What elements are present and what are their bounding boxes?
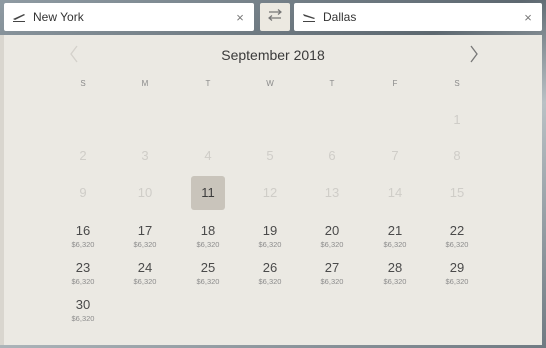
day-number: 22 xyxy=(449,222,465,238)
day-number: 4 xyxy=(204,148,212,163)
calendar-day: 13 xyxy=(315,176,349,210)
destination-field[interactable]: Dallas × xyxy=(294,3,542,31)
day-number: 18 xyxy=(200,222,216,238)
calendar-day[interactable]: 23 $6,320 xyxy=(66,256,100,290)
day-number: 12 xyxy=(262,185,278,200)
day-price: $6,320 xyxy=(71,276,95,286)
day-number: 17 xyxy=(137,222,153,238)
calendar-day: 6 xyxy=(315,139,349,173)
calendar-day[interactable]: 30 $6,320 xyxy=(66,293,100,327)
calendar-day[interactable]: 17 $6,320 xyxy=(128,219,162,253)
calendar-day: 10 xyxy=(128,176,162,210)
day-price: $6,320 xyxy=(445,239,469,249)
calendar-day: 8 xyxy=(440,139,474,173)
day-price: $6,320 xyxy=(196,239,220,249)
day-number: 3 xyxy=(141,148,149,163)
swap-button[interactable] xyxy=(260,3,290,31)
calendar-day: 4 xyxy=(191,139,225,173)
day-price: $6,320 xyxy=(133,239,157,249)
day-price: $6,320 xyxy=(383,276,407,286)
day-number: 19 xyxy=(262,222,278,238)
day-number: 8 xyxy=(453,148,461,163)
day-price: $6,320 xyxy=(258,239,282,249)
day-number: 28 xyxy=(387,259,403,275)
weekday-label: M xyxy=(141,79,149,88)
day-number: 20 xyxy=(324,222,340,238)
day-price: $6,320 xyxy=(320,239,344,249)
day-number: 9 xyxy=(79,185,87,200)
day-price: $6,320 xyxy=(445,276,469,286)
day-number: 25 xyxy=(200,259,216,275)
day-number: 26 xyxy=(262,259,278,275)
calendar-day[interactable]: 16 $6,320 xyxy=(66,219,100,253)
calendar-day: 15 xyxy=(440,176,474,210)
calendar-day[interactable]: 21 $6,320 xyxy=(378,219,412,253)
swap-arrows-icon xyxy=(266,8,284,26)
day-number: 27 xyxy=(324,259,340,275)
day-number: 24 xyxy=(137,259,153,275)
calendar-day[interactable]: 22 $6,320 xyxy=(440,219,474,253)
calendar-day[interactable]: 26 $6,320 xyxy=(253,256,287,290)
clear-destination-button[interactable]: × xyxy=(520,10,536,25)
day-number: 6 xyxy=(328,148,336,163)
calendar-day[interactable]: 27 $6,320 xyxy=(315,256,349,290)
calendar-day: 9 xyxy=(66,176,100,210)
day-number: 11 xyxy=(201,185,215,200)
weekday-label: F xyxy=(392,79,398,88)
calendar-day[interactable]: 25 $6,320 xyxy=(191,256,225,290)
day-number: 23 xyxy=(75,259,91,275)
calendar-day[interactable]: 11 xyxy=(191,176,225,210)
day-price: $6,320 xyxy=(383,239,407,249)
day-number: 15 xyxy=(449,185,465,200)
day-number: 14 xyxy=(387,185,403,200)
chevron-right-icon xyxy=(469,45,479,68)
day-price: $6,320 xyxy=(320,276,344,286)
day-number: 5 xyxy=(266,148,274,163)
calendar-day: 7 xyxy=(378,139,412,173)
day-price: $6,320 xyxy=(196,276,220,286)
weekday-label: S xyxy=(80,79,86,88)
calendar-day: 2 xyxy=(66,139,100,173)
calendar-day[interactable]: 29 $6,320 xyxy=(440,256,474,290)
plane-takeoff-icon xyxy=(12,10,26,24)
clear-origin-button[interactable]: × xyxy=(232,10,248,25)
destination-value[interactable]: Dallas xyxy=(323,10,520,24)
day-price: $6,320 xyxy=(133,276,157,286)
calendar-day[interactable]: 24 $6,320 xyxy=(128,256,162,290)
next-month-button[interactable] xyxy=(462,45,486,67)
calendar-day: 1 xyxy=(440,103,474,137)
weekday-label: W xyxy=(266,79,274,88)
calendar-day: 3 xyxy=(128,139,162,173)
day-price: $6,320 xyxy=(71,313,95,323)
day-number: 16 xyxy=(75,222,91,238)
day-number: 1 xyxy=(453,112,461,127)
day-number: 30 xyxy=(75,296,91,312)
origin-value[interactable]: New York xyxy=(33,10,232,24)
calendar-day[interactable]: 28 $6,320 xyxy=(378,256,412,290)
calendar-day: 14 xyxy=(378,176,412,210)
calendar-day[interactable]: 18 $6,320 xyxy=(191,219,225,253)
weekday-label: T xyxy=(205,79,211,88)
calendar-day: 5 xyxy=(253,139,287,173)
calendar-day[interactable]: 19 $6,320 xyxy=(253,219,287,253)
weekday-label: S xyxy=(454,79,460,88)
day-number: 21 xyxy=(387,222,403,238)
day-price: $6,320 xyxy=(71,239,95,249)
day-number: 29 xyxy=(449,259,465,275)
origin-field[interactable]: New York × xyxy=(4,3,254,31)
day-number: 13 xyxy=(324,185,340,200)
day-number: 10 xyxy=(137,185,153,200)
day-number: 2 xyxy=(79,148,87,163)
day-price: $6,320 xyxy=(258,276,282,286)
calendar-panel: September 2018 SMTWTFS 1 2 3 4 5 6 7 8 9 10 11 12 13… xyxy=(4,35,542,345)
weekday-label: T xyxy=(329,79,335,88)
plane-landing-icon xyxy=(302,10,316,24)
day-number: 7 xyxy=(391,148,399,163)
calendar-day: 12 xyxy=(253,176,287,210)
calendar-day[interactable]: 20 $6,320 xyxy=(315,219,349,253)
